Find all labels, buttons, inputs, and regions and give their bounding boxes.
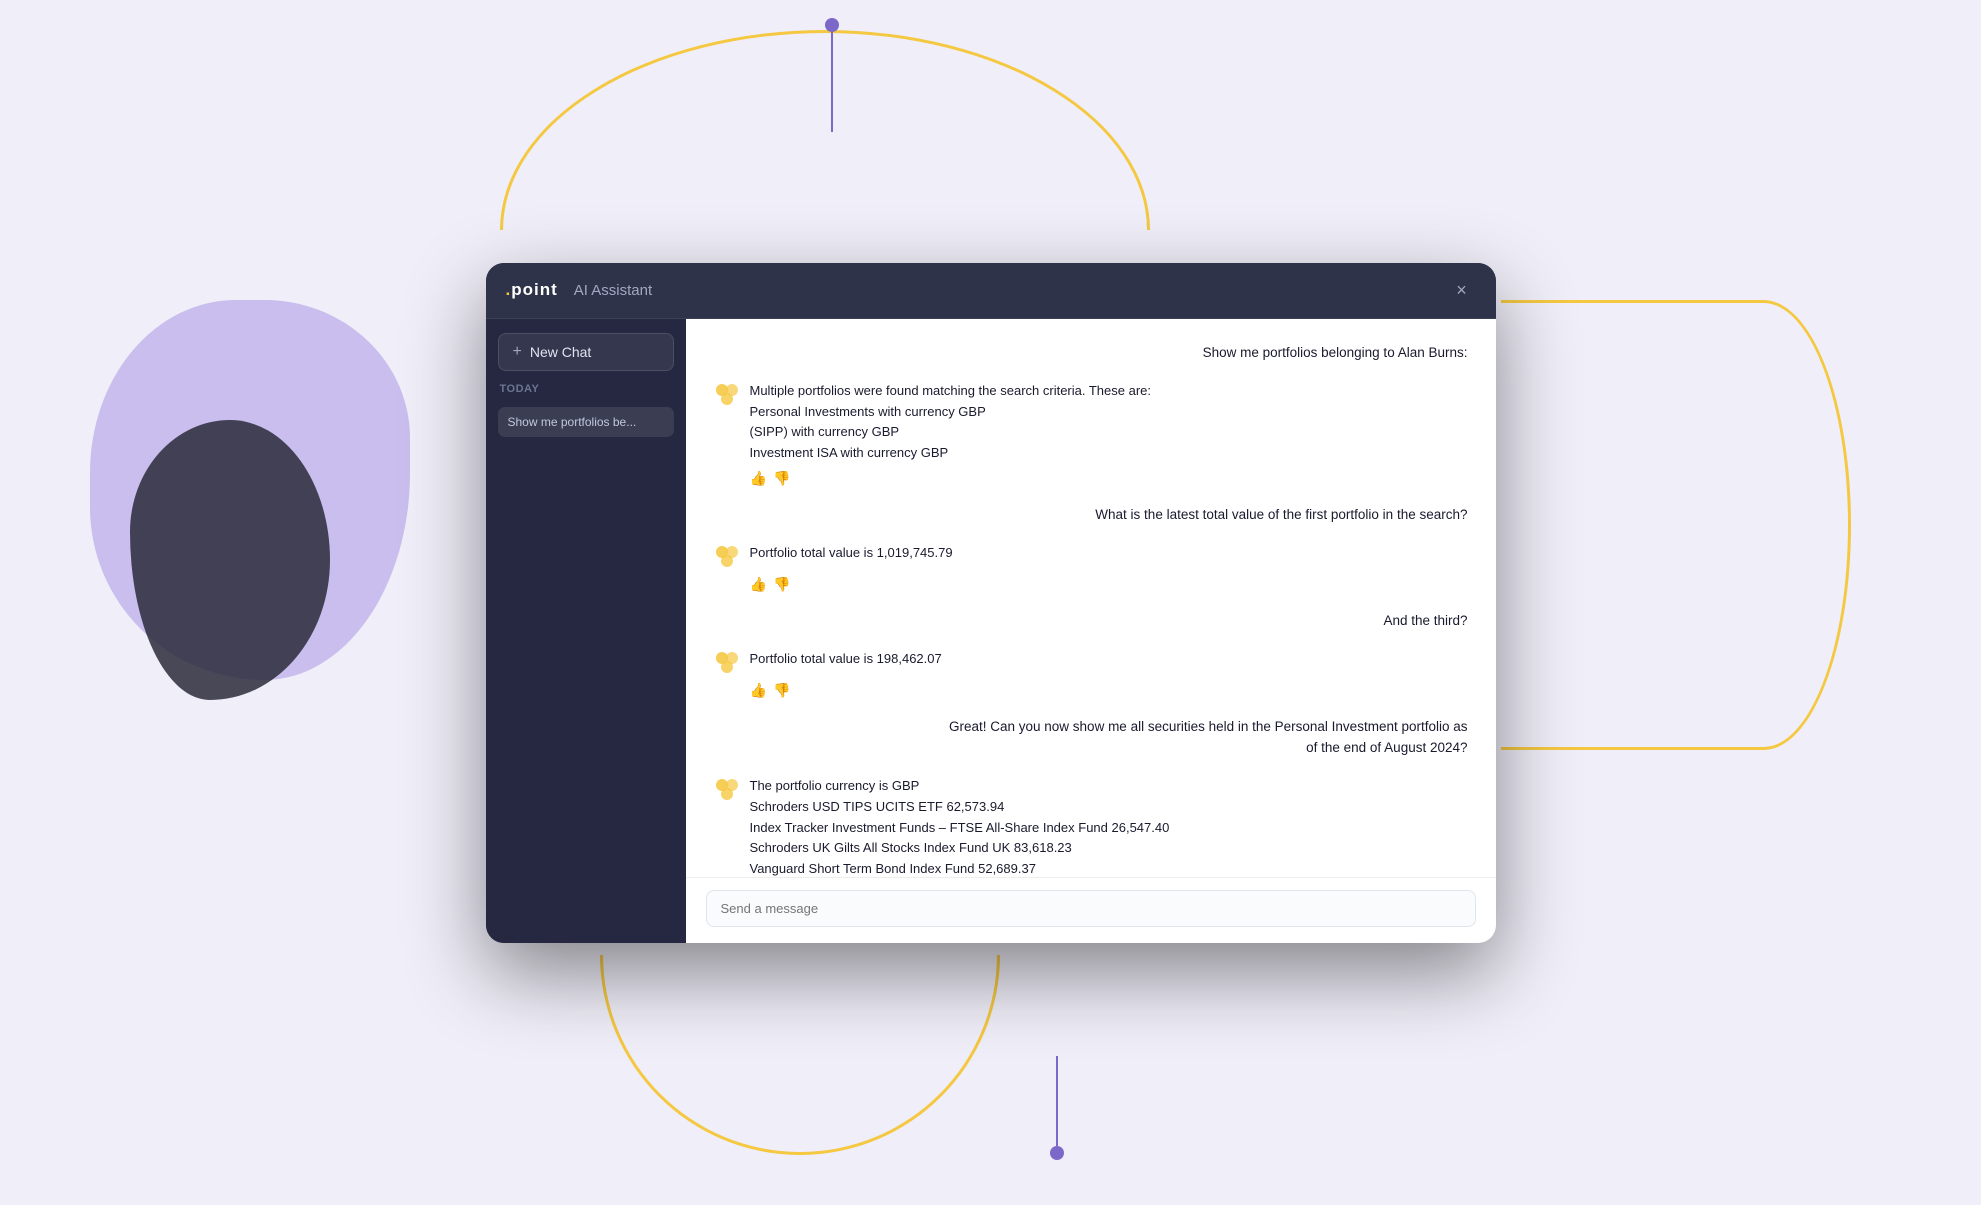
chat-area: Show me portfolios belonging to Alan Bur…	[686, 319, 1496, 943]
logo-period: .point	[506, 280, 558, 300]
thumbs-up-button-2[interactable]: 👍	[750, 576, 767, 593]
ai-avatar-1	[714, 382, 740, 408]
dot-top	[825, 18, 839, 32]
thumbs-down-button-2[interactable]: 👎	[773, 576, 790, 593]
ai-message-2-inner: Portfolio total value is 1,019,745.79	[714, 543, 953, 570]
ai-assistant-modal: .point AI Assistant × + New Chat Today S…	[486, 263, 1496, 943]
thumbs-down-button-1[interactable]: 👎	[773, 470, 790, 487]
user-message-1: Show me portfolios belonging to Alan Bur…	[1203, 343, 1468, 363]
today-section-label: Today	[498, 383, 674, 395]
ai-avatar-4	[714, 777, 740, 803]
ai-avatar-3	[714, 650, 740, 676]
yellow-arc-bottom	[600, 955, 1000, 1155]
app-title: AI Assistant	[574, 282, 652, 299]
ai-message-2-feedback: 👍 👎	[714, 576, 953, 593]
close-button[interactable]: ×	[1448, 276, 1476, 304]
history-item[interactable]: Show me portfolios be...	[498, 407, 674, 437]
titlebar-left: .point AI Assistant	[506, 280, 653, 300]
dot-bottom	[1050, 1146, 1064, 1160]
ai-message-4-text: The portfolio currency is GBP Schroders …	[750, 776, 1170, 877]
ai-message-1: Multiple portfolios were found matching …	[714, 381, 1152, 487]
user-message-2: What is the latest total value of the fi…	[1095, 505, 1467, 525]
thumbs-up-button-1[interactable]: 👍	[750, 470, 767, 487]
ai-message-4-inner: The portfolio currency is GBP Schroders …	[714, 776, 1170, 877]
ai-message-2: Portfolio total value is 1,019,745.79 👍 …	[714, 543, 953, 593]
chat-input-bar	[686, 877, 1496, 943]
modal-body: + New Chat Today Show me portfolios be..…	[486, 319, 1496, 943]
yellow-arc-right	[1501, 300, 1851, 750]
ai-message-1-text: Multiple portfolios were found matching …	[750, 381, 1152, 464]
ai-message-2-text: Portfolio total value is 1,019,745.79	[750, 543, 953, 564]
user-message-4: Great! Can you now show me all securitie…	[940, 717, 1468, 758]
ai-message-3-inner: Portfolio total value is 198,462.07	[714, 649, 942, 676]
yellow-arc-top	[500, 30, 1150, 230]
ai-message-1-inner: Multiple portfolios were found matching …	[714, 381, 1152, 464]
ai-avatar-2	[714, 544, 740, 570]
sidebar: + New Chat Today Show me portfolios be..…	[486, 319, 686, 943]
vert-line-top	[831, 32, 833, 132]
ai-message-4: The portfolio currency is GBP Schroders …	[714, 776, 1170, 877]
ai-message-3-feedback: 👍 👎	[714, 682, 942, 699]
ai-message-3: Portfolio total value is 198,462.07 👍 👎	[714, 649, 942, 699]
new-chat-label: New Chat	[530, 344, 591, 360]
thumbs-down-button-3[interactable]: 👎	[773, 682, 790, 699]
vert-line-bottom	[1056, 1056, 1058, 1146]
titlebar: .point AI Assistant ×	[486, 263, 1496, 319]
user-message-3: And the third?	[1383, 611, 1467, 631]
ai-message-3-text: Portfolio total value is 198,462.07	[750, 649, 942, 670]
chat-input[interactable]	[706, 890, 1476, 927]
thumbs-up-button-3[interactable]: 👍	[750, 682, 767, 699]
plus-icon: +	[513, 343, 522, 361]
logo: .point	[506, 280, 558, 300]
chat-messages: Show me portfolios belonging to Alan Bur…	[686, 319, 1496, 877]
ai-message-1-feedback: 👍 👎	[714, 470, 1152, 487]
new-chat-button[interactable]: + New Chat	[498, 333, 674, 371]
